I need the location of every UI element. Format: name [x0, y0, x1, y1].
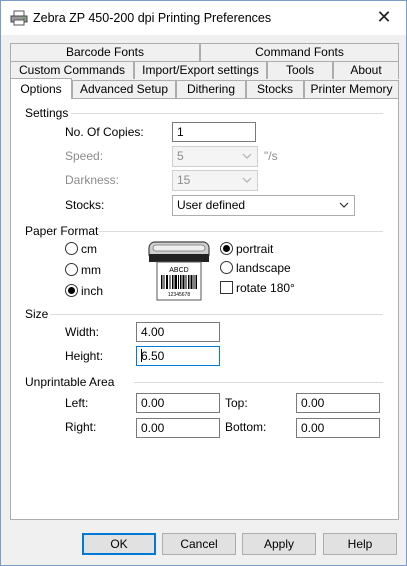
height-label: Height: — [65, 349, 104, 363]
darkness-select[interactable]: 15 — [172, 170, 258, 191]
stocks-select[interactable]: User defined — [172, 195, 355, 216]
tab-advanced-setup[interactable]: Advanced Setup — [72, 80, 176, 98]
apply-button[interactable]: Apply — [242, 533, 316, 555]
close-icon: ✕ — [376, 7, 392, 27]
paper-format-group-title: Paper Format — [25, 224, 99, 238]
size-divider — [50, 314, 383, 315]
printing-preferences-dialog: Zebra ZP 450-200 dpi Printing Preference… — [0, 0, 407, 566]
paper-format-divider — [98, 231, 383, 232]
stocks-label: Stocks: — [65, 198, 105, 212]
unit-cm-radio[interactable] — [65, 242, 78, 255]
height-input[interactable]: 6.50 — [136, 346, 220, 366]
top-margin-label: Top: — [225, 396, 248, 410]
label-preview-number: 12345678 — [168, 292, 190, 298]
tab-row-2: Custom Commands Import/Export settings T… — [10, 61, 399, 79]
window-title: Zebra ZP 450-200 dpi Printing Preference… — [33, 11, 272, 25]
unit-inch-label: inch — [81, 284, 104, 298]
speed-label: Speed: — [65, 149, 104, 163]
orientation-landscape-label: landscape — [236, 261, 291, 275]
speed-select[interactable]: 5 — [172, 146, 258, 167]
tab-stocks[interactable]: Stocks — [246, 80, 304, 98]
bottom-margin-label: Bottom: — [225, 420, 267, 434]
tab-barcode-fonts[interactable]: Barcode Fonts — [10, 43, 200, 61]
copies-input[interactable]: 1 — [172, 122, 256, 142]
tab-row-1: Barcode Fonts Command Fonts — [10, 43, 399, 61]
settings-group-title: Settings — [25, 106, 69, 120]
unit-inch-radio[interactable] — [65, 284, 78, 297]
rotate-180-checkbox[interactable] — [220, 281, 233, 294]
title-bar: Zebra ZP 450-200 dpi Printing Preference… — [1, 1, 406, 35]
speed-unit-label: "/s — [264, 149, 278, 163]
unprintable-divider — [134, 382, 383, 383]
copies-label: No. Of Copies: — [65, 125, 144, 139]
height-value: 6.50 — [141, 349, 165, 363]
ok-button[interactable]: OK — [82, 533, 156, 555]
orientation-portrait-label: portrait — [236, 242, 274, 256]
printer-label-illustration: ABCD 12345678 — [148, 241, 210, 301]
chevron-down-icon — [242, 153, 252, 159]
width-input[interactable]: 4.00 — [136, 322, 220, 342]
orientation-portrait-radio[interactable] — [220, 242, 233, 255]
width-label: Width: — [65, 325, 100, 339]
top-margin-input[interactable]: 0.00 — [296, 393, 380, 413]
tab-options[interactable]: Options — [10, 78, 72, 99]
orientation-landscape-radio[interactable] — [220, 261, 233, 274]
right-margin-label: Right: — [65, 420, 97, 434]
printer-icon — [10, 10, 28, 26]
left-margin-label: Left: — [65, 396, 89, 410]
tab-tools[interactable]: Tools — [267, 61, 333, 79]
tab-row-3: Options Advanced Setup Dithering Stocks … — [10, 78, 399, 99]
left-margin-input[interactable]: 0.00 — [136, 393, 220, 413]
unit-cm-label: cm — [81, 242, 97, 256]
unit-mm-label: mm — [81, 263, 101, 277]
cancel-button[interactable]: Cancel — [162, 533, 236, 555]
help-button[interactable]: Help — [323, 533, 397, 555]
tab-about[interactable]: About — [333, 61, 399, 79]
speed-value: 5 — [177, 149, 184, 163]
stocks-value: User defined — [177, 198, 246, 212]
size-group-title: Size — [25, 307, 49, 321]
tab-import-export-settings[interactable]: Import/Export settings — [134, 61, 267, 79]
darkness-label: Darkness: — [65, 173, 120, 187]
chevron-down-icon — [339, 202, 349, 208]
right-margin-input[interactable]: 0.00 — [136, 418, 220, 438]
chevron-down-icon — [242, 177, 252, 183]
tab-custom-commands[interactable]: Custom Commands — [10, 61, 134, 79]
settings-divider — [71, 113, 383, 114]
tab-dithering[interactable]: Dithering — [176, 80, 246, 98]
unit-mm-radio[interactable] — [65, 263, 78, 276]
unprintable-group-title: Unprintable Area — [25, 375, 115, 389]
bottom-margin-input[interactable]: 0.00 — [296, 418, 380, 438]
tab-command-fonts[interactable]: Command Fonts — [200, 43, 399, 61]
darkness-value: 15 — [177, 173, 191, 187]
rotate-180-label: rotate 180° — [236, 281, 295, 295]
close-button[interactable]: ✕ — [362, 1, 406, 34]
tab-printer-memory[interactable]: Printer Memory — [304, 80, 399, 98]
label-preview-text: ABCD — [169, 267, 188, 274]
barcode-icon — [161, 275, 197, 289]
